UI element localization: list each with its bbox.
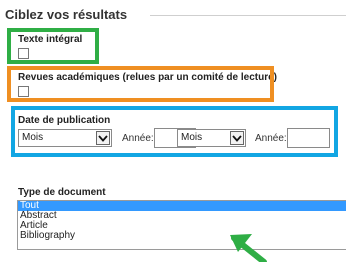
from-month-select[interactable]: Mois — [18, 129, 112, 147]
to-year-label: Année: — [255, 133, 287, 144]
section-divider — [150, 15, 346, 16]
document-type-option[interactable]: Tout — [18, 201, 346, 211]
from-month-value: Mois — [22, 132, 44, 143]
document-type-option[interactable]: Abstract — [18, 211, 346, 221]
from-year-label: Année: — [122, 133, 154, 144]
to-month-value: Mois — [181, 132, 203, 143]
full-text-checkbox[interactable] — [18, 48, 29, 59]
refine-results-panel: Ciblez vos résultats Texte intégral Revu… — [0, 0, 346, 262]
section-title: Ciblez vos résultats — [5, 7, 136, 22]
scholarly-journals-checkbox[interactable] — [18, 86, 29, 97]
document-type-label: Type de document — [18, 187, 106, 198]
arrow-up-left-icon — [230, 234, 267, 262]
full-text-label: Texte intégral — [18, 34, 83, 45]
scholarly-journals-label: Revues académiques (relues par un comité… — [18, 72, 277, 83]
to-year-input[interactable] — [287, 128, 330, 148]
publication-date-label: Date de publication — [18, 115, 111, 126]
to-month-select[interactable]: Mois — [177, 129, 246, 147]
chevron-down-icon — [230, 131, 244, 145]
chevron-down-icon — [96, 131, 110, 145]
